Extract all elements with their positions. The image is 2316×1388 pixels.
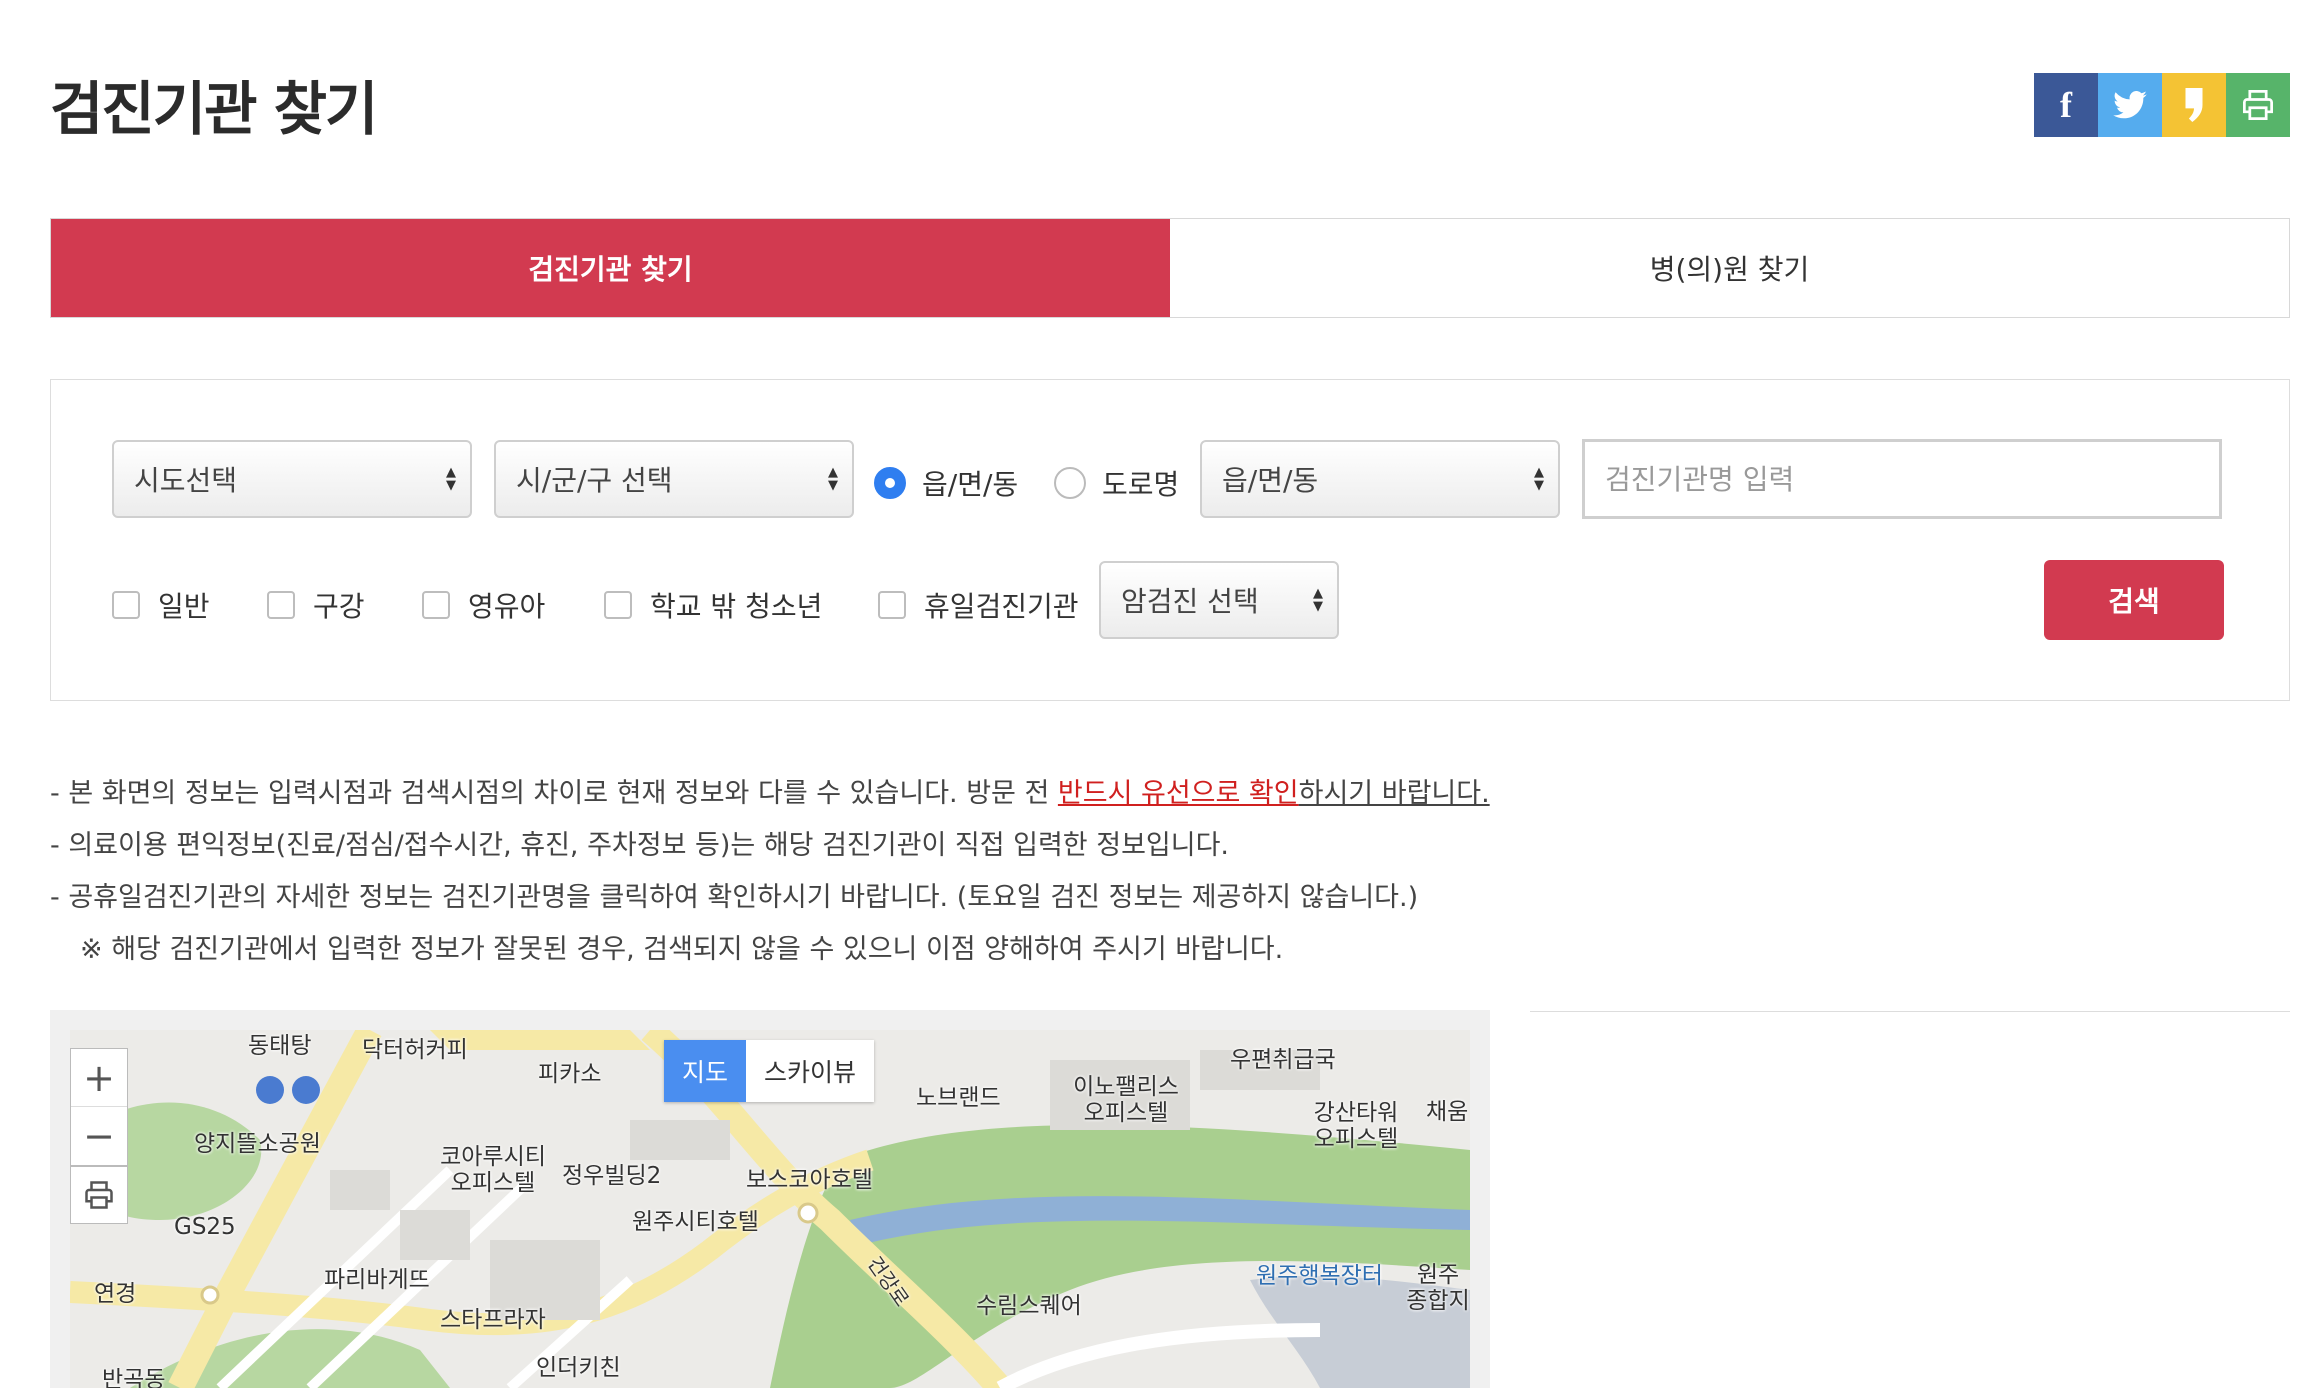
checkbox-oral-label: 구강 bbox=[313, 590, 365, 623]
kakaostory-share-button[interactable] bbox=[2162, 73, 2226, 137]
map-label: 수림스퀘어 bbox=[976, 1293, 1082, 1319]
map-label: 연경 bbox=[94, 1281, 137, 1307]
select-arrows-icon: ▲ ▼ bbox=[1534, 465, 1544, 493]
map-label: 동태탕 bbox=[248, 1033, 312, 1059]
zoom-out-button[interactable]: − bbox=[71, 1107, 127, 1165]
radio-road-name[interactable]: 도로명 bbox=[1054, 463, 1179, 503]
map-label: 보스코아호텔 bbox=[746, 1167, 873, 1193]
map-label: 이노팰리스 오피스텔 bbox=[1073, 1074, 1179, 1126]
checkbox-general[interactable]: 일반 bbox=[112, 585, 210, 625]
map-label: 원주 종합지 bbox=[1406, 1262, 1470, 1314]
facebook-share-button[interactable]: f bbox=[2034, 73, 2098, 137]
map-label: GS25 bbox=[174, 1214, 236, 1240]
search-form bbox=[50, 379, 2290, 701]
radio-selected-icon bbox=[874, 467, 906, 499]
notice-line-1: - 본 화면의 정보는 입력시점과 검색시점의 차이로 현재 정보와 다를 수 … bbox=[50, 768, 1490, 820]
checkbox-holiday-institution-label: 휴일검진기관 bbox=[924, 590, 1079, 623]
share-buttons: f bbox=[2034, 73, 2290, 137]
map-label: 정우빌딩2 bbox=[562, 1163, 662, 1189]
cancer-checkup-select-value: 암검진 선택 bbox=[1121, 585, 1259, 618]
map-label: 원주행복장터 bbox=[1256, 1263, 1383, 1289]
map-type-map-button[interactable]: 지도 bbox=[664, 1040, 747, 1102]
map-print-button[interactable] bbox=[70, 1166, 128, 1224]
search-button[interactable]: 검색 bbox=[2044, 560, 2224, 640]
notice-line-2: - 의료이용 편익정보(진료/점심/접수시간, 휴진, 주차정보 등)는 해당 … bbox=[50, 830, 1230, 861]
sigungu-select-value: 시/군/구 선택 bbox=[516, 464, 673, 497]
notice-list: - 본 화면의 정보는 입력시점과 검색시점의 차이로 현재 정보와 다를 수 … bbox=[50, 768, 1490, 976]
map-label: 노브랜드 bbox=[916, 1085, 1001, 1111]
map-label: 채움 bbox=[1426, 1099, 1469, 1125]
checkbox-infant[interactable]: 영유아 bbox=[422, 585, 545, 625]
map-label: 파리바게뜨 bbox=[324, 1267, 430, 1293]
map-label: 피카소 bbox=[538, 1061, 602, 1087]
map-label: 반곡동 bbox=[102, 1367, 166, 1388]
map-label: 우편취급국 bbox=[1230, 1047, 1336, 1073]
checkbox-general-label: 일반 bbox=[158, 590, 210, 623]
radio-eupmyeondong[interactable]: 읍/면/동 bbox=[874, 463, 1018, 503]
map-label: 코아루시티 오피스텔 bbox=[440, 1144, 546, 1196]
checkbox-icon bbox=[604, 591, 632, 619]
sido-select[interactable]: 시도선택 ▲ ▼ bbox=[112, 440, 472, 518]
notice-line-1-text: - 본 화면의 정보는 입력시점과 검색시점의 차이로 현재 정보와 다를 수 … bbox=[50, 778, 1058, 809]
notice-highlight: 반드시 유선으로 확인 bbox=[1057, 778, 1299, 809]
select-arrows-icon: ▲ ▼ bbox=[446, 465, 456, 493]
checkbox-icon bbox=[112, 591, 140, 619]
twitter-icon bbox=[2113, 91, 2147, 119]
map-label: 인더키친 bbox=[536, 1355, 621, 1381]
select-arrows-icon: ▲ ▼ bbox=[1313, 586, 1323, 614]
map-label: 스타프라자 bbox=[440, 1307, 546, 1333]
radio-eupmyeondong-label: 읍/면/동 bbox=[922, 468, 1019, 501]
print-button[interactable] bbox=[2226, 73, 2290, 137]
checkbox-icon bbox=[422, 591, 450, 619]
divider bbox=[1530, 1011, 2290, 1012]
tab-hospital[interactable]: 병(의)원 찾기 bbox=[1170, 219, 2289, 317]
checkbox-icon bbox=[267, 591, 295, 619]
page-title: 검진기관 찾기 bbox=[50, 75, 378, 143]
map-label: 닥터허커피 bbox=[362, 1037, 468, 1063]
facebook-icon: f bbox=[2060, 85, 2072, 125]
map-zoom-control: + − bbox=[70, 1048, 128, 1166]
radio-unselected-icon bbox=[1054, 467, 1086, 499]
tab-checkup-institution[interactable]: 검진기관 찾기 bbox=[51, 219, 1170, 317]
checkbox-oral[interactable]: 구강 bbox=[267, 585, 365, 625]
checkbox-icon bbox=[878, 591, 906, 619]
map-label: 강산타워 오피스텔 bbox=[1313, 1100, 1399, 1152]
cancer-checkup-select[interactable]: 암검진 선택 ▲ ▼ bbox=[1099, 561, 1339, 639]
select-arrows-icon: ▲ ▼ bbox=[828, 465, 838, 493]
print-icon bbox=[85, 1181, 113, 1209]
zoom-in-button[interactable]: + bbox=[71, 1049, 127, 1107]
institution-name-input[interactable] bbox=[1582, 439, 2222, 519]
print-icon bbox=[2243, 90, 2273, 120]
search-tabs: 검진기관 찾기 병(의)원 찾기 bbox=[50, 218, 2290, 318]
twitter-share-button[interactable] bbox=[2098, 73, 2162, 137]
notice-line-4: ※ 해당 검진기관에서 입력한 정보가 잘못된 경우, 검색되지 않을 수 있으… bbox=[80, 934, 1284, 965]
kakaostory-icon bbox=[2185, 88, 2203, 122]
dong-select[interactable]: 읍/면/동 ▲ ▼ bbox=[1200, 440, 1560, 518]
map-label: 원주시티호텔 bbox=[632, 1209, 759, 1235]
dong-select-value: 읍/면/동 bbox=[1222, 464, 1319, 497]
map-type-toggle: 지도 스카이뷰 bbox=[664, 1040, 875, 1102]
checkbox-out-of-school-youth-label: 학교 밖 청소년 bbox=[650, 590, 823, 623]
radio-road-name-label: 도로명 bbox=[1102, 468, 1180, 501]
checkbox-infant-label: 영유아 bbox=[468, 590, 546, 623]
checkbox-out-of-school-youth[interactable]: 학교 밖 청소년 bbox=[604, 585, 822, 625]
notice-line-1-tail: 하시기 바랍니다. bbox=[1298, 778, 1490, 809]
checkbox-holiday-institution[interactable]: 휴일검진기관 bbox=[878, 585, 1079, 625]
map-type-skyview-button[interactable]: 스카이뷰 bbox=[746, 1040, 874, 1102]
sigungu-select[interactable]: 시/군/구 선택 ▲ ▼ bbox=[494, 440, 854, 518]
notice-line-3: - 공휴일검진기관의 자세한 정보는 검진기관명을 클릭하여 확인하시기 바랍니… bbox=[50, 882, 1419, 913]
map-label: 양지뜰소공원 bbox=[194, 1131, 321, 1157]
sido-select-value: 시도선택 bbox=[134, 464, 238, 497]
